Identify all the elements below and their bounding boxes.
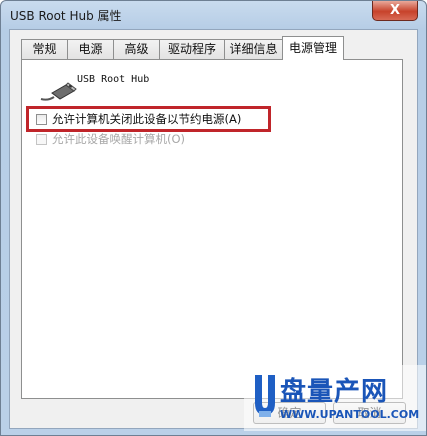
tab-details[interactable]: 详细信息 [224,39,283,59]
allow-power-off-checkbox[interactable] [36,114,47,125]
title-bar[interactable]: USB Root Hub 属性 X [1,1,426,29]
usb-connector-icon [40,82,77,101]
allow-wake-label: 允许此设备唤醒计算机(O) [52,132,186,146]
tab-general[interactable]: 常规 [21,39,68,59]
watermark-brand: 盘量产网 [280,377,389,407]
tab-power-management[interactable]: 电源管理 [282,36,344,60]
tab-driver[interactable]: 驱动程序 [159,39,225,59]
watermark-url: WWW.UPANTOOL.COM [280,408,420,421]
usb-drive-logo-icon [255,375,275,417]
power-management-panel: USB Root Hub 允许计算机关闭此设备以节约电源(A) 允许此设备唤醒计… [21,59,403,399]
close-icon: X [389,3,401,18]
watermark: 盘量产网 WWW.UPANTOOL.COM [244,365,426,431]
tab-power[interactable]: 电源 [67,39,114,59]
close-button[interactable]: X [372,1,418,21]
allow-power-off-label[interactable]: 允许计算机关闭此设备以节约电源(A) [52,111,241,127]
device-name: USB Root Hub [77,74,150,85]
allow-wake-checkbox [36,134,47,145]
window-title: USB Root Hub 属性 [10,9,122,23]
tab-advanced[interactable]: 高级 [113,39,160,59]
